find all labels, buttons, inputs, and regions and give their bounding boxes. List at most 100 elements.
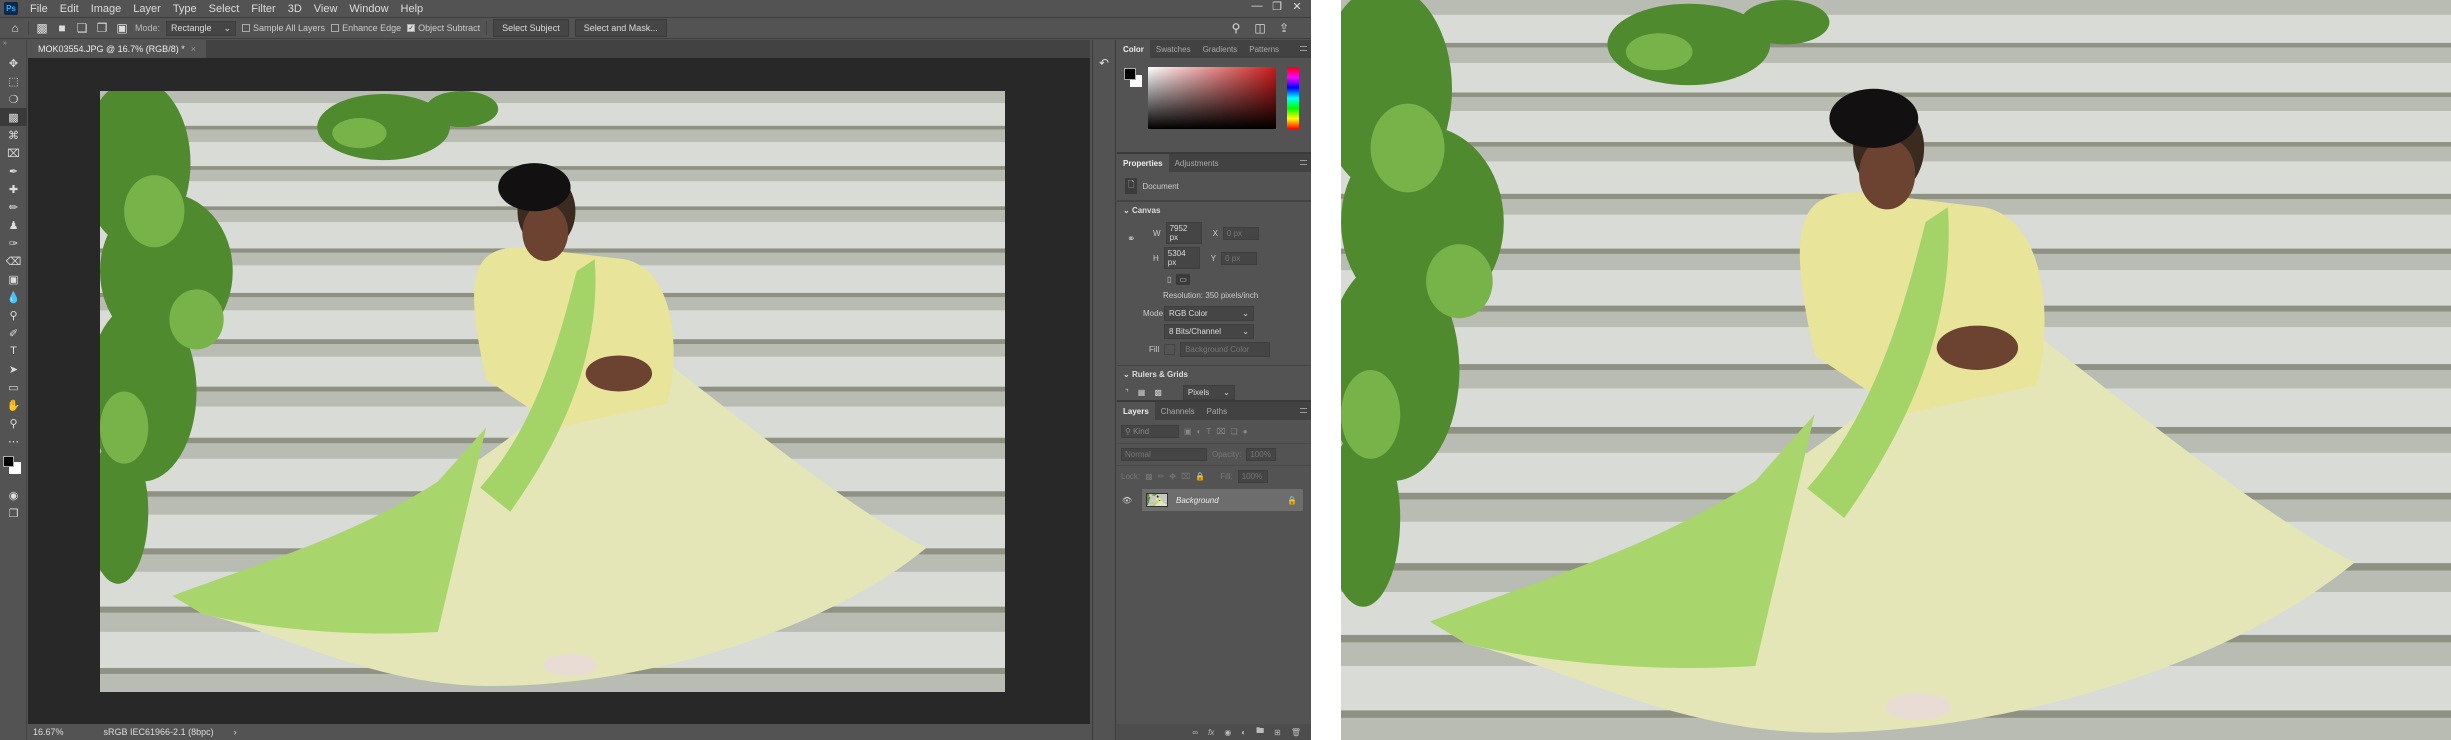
object-selection-tool-preset-icon[interactable]: ▩ [35, 21, 49, 35]
lock-pixels-icon[interactable]: ✏ [1158, 472, 1165, 481]
blend-mode-select[interactable]: Normal [1121, 448, 1207, 461]
crop-tool-icon[interactable]: ⌘ [0, 126, 27, 144]
tab-gradients[interactable]: Gradients [1197, 40, 1244, 58]
menu-window[interactable]: Window [343, 3, 394, 15]
tab-properties[interactable]: Properties [1117, 154, 1169, 172]
fill-swatch[interactable] [1164, 344, 1176, 355]
subtract-selection-icon[interactable]: ❐ [95, 21, 109, 35]
enhance-edge-checkbox[interactable]: Enhance Edge [331, 23, 401, 33]
filter-adjustment-icon[interactable]: ◐ [1197, 427, 1202, 436]
expand-icon[interactable]: » [0, 40, 26, 54]
home-icon[interactable]: ⌂ [8, 21, 22, 35]
dodge-tool-icon[interactable]: ⚲ [0, 306, 27, 324]
bit-depth-select[interactable]: 8 Bits/Channel ⌄ [1164, 324, 1254, 339]
menu-filter[interactable]: Filter [245, 3, 281, 15]
close-tab-icon[interactable]: × [191, 44, 196, 54]
delete-layer-icon[interactable]: 🗑 [1291, 728, 1301, 737]
hand-tool-icon[interactable]: ✋ [0, 396, 27, 414]
object-subtract-checkbox[interactable]: ✓ Object Subtract [407, 23, 480, 33]
menu-edit[interactable]: Edit [54, 3, 85, 15]
lock-artboard-icon[interactable]: ⌧ [1181, 472, 1190, 481]
new-selection-icon[interactable]: ■ [55, 21, 69, 35]
quick-mask-icon[interactable]: ◉ [0, 486, 27, 504]
visibility-eye-icon[interactable]: 👁 [1117, 496, 1137, 505]
brush-tool-icon[interactable]: ✏ [0, 198, 27, 216]
share-icon[interactable]: ⇪ [1277, 21, 1291, 35]
menu-view[interactable]: View [308, 3, 344, 15]
menu-select[interactable]: Select [203, 3, 246, 15]
height-field[interactable]: 5304 px [1163, 247, 1200, 269]
stamp-tool-icon[interactable]: ♟ [0, 216, 27, 234]
move-tool-icon[interactable]: ✥ [0, 54, 27, 72]
color-mode-select[interactable]: RGB Color ⌄ [1164, 306, 1254, 321]
intersect-selection-icon[interactable]: ▣ [115, 21, 129, 35]
menu-file[interactable]: File [24, 3, 54, 15]
fill-select[interactable]: Background Color [1180, 342, 1271, 357]
foreground-color-swatch[interactable] [3, 456, 14, 467]
lasso-tool-icon[interactable]: ❍ [0, 90, 27, 108]
guides-icon[interactable]: ▩ [1154, 388, 1162, 397]
history-brush-tool-icon[interactable]: ✑ [0, 234, 27, 252]
select-and-mask-button[interactable]: Select and Mask... [574, 19, 667, 37]
canvas-area[interactable] [28, 58, 1090, 724]
gradient-tool-icon[interactable]: ▣ [0, 270, 27, 288]
filter-shape-icon[interactable]: ⌧ [1216, 427, 1225, 436]
x-field[interactable]: 0 px [1222, 226, 1259, 240]
lock-position-icon[interactable]: ✥ [1169, 472, 1176, 481]
chevron-down-icon[interactable]: ⌄ [1123, 370, 1130, 379]
marquee-tool-icon[interactable]: ⬚ [0, 72, 27, 90]
tab-channels[interactable]: Channels [1155, 402, 1201, 420]
color-picker-field[interactable] [1148, 67, 1276, 129]
add-selection-icon[interactable]: ❏ [75, 21, 89, 35]
fill-field[interactable]: 100% [1237, 470, 1268, 483]
filter-type-icon[interactable]: T [1206, 427, 1211, 436]
zoom-tool-icon[interactable]: ⚲ [0, 414, 27, 432]
search-icon[interactable]: ⚲ [1229, 21, 1243, 35]
menu-help[interactable]: Help [395, 3, 430, 15]
grid-icon[interactable]: ▦ [1138, 388, 1146, 397]
panel-menu-icon[interactable] [1300, 46, 1307, 51]
eyedropper-tool-icon[interactable]: ✒ [0, 162, 27, 180]
chevron-down-icon[interactable]: ⌄ [1123, 206, 1130, 215]
more-tools-icon[interactable]: ⋯ [0, 432, 27, 450]
filter-pixel-icon[interactable]: ▣ [1184, 427, 1192, 436]
healing-tool-icon[interactable]: ✚ [0, 180, 27, 198]
ruler-icon[interactable]: ⌝ [1125, 388, 1129, 397]
pen-tool-icon[interactable]: ✐ [0, 324, 27, 342]
width-field[interactable]: 7952 px [1165, 222, 1202, 244]
tab-patterns[interactable]: Patterns [1243, 40, 1285, 58]
foreground-color-chip[interactable] [1124, 68, 1136, 80]
filter-smart-object-icon[interactable]: ❏ [1231, 427, 1238, 436]
rectangle-tool-icon[interactable]: ▭ [0, 378, 27, 396]
layer-filter-select[interactable]: ⚲ Kind [1121, 425, 1179, 438]
close-icon[interactable]: ✕ [1287, 0, 1307, 13]
tab-paths[interactable]: Paths [1201, 402, 1233, 420]
panel-menu-icon[interactable] [1300, 160, 1307, 165]
object-selection-tool-icon[interactable]: ▩ [0, 108, 27, 126]
history-icon[interactable]: ↶ [1093, 56, 1115, 70]
type-tool-icon[interactable]: T [0, 342, 27, 360]
tab-swatches[interactable]: Swatches [1150, 40, 1197, 58]
select-subject-button[interactable]: Select Subject [493, 19, 569, 37]
sample-all-layers-checkbox[interactable]: Sample All Layers [242, 23, 325, 33]
add-mask-icon[interactable]: ◉ [1224, 728, 1231, 737]
menu-layer[interactable]: Layer [127, 3, 167, 15]
path-selection-tool-icon[interactable]: ➤ [0, 360, 27, 378]
screen-mode-icon[interactable]: ❐ [0, 504, 27, 522]
ruler-units-select[interactable]: Pixels ⌄ [1182, 385, 1235, 400]
document-image[interactable] [100, 91, 1005, 692]
tab-layers[interactable]: Layers [1117, 402, 1155, 420]
layer-name[interactable]: Background [1176, 496, 1219, 505]
color-swatches[interactable] [0, 450, 26, 486]
link-icon[interactable]: ⚭ [1127, 234, 1135, 245]
y-field[interactable]: 0 px [1221, 251, 1258, 265]
menu-3d[interactable]: 3D [282, 3, 308, 15]
mode-select[interactable]: Rectangle ⌄ [166, 20, 237, 36]
minimize-icon[interactable]: — [1247, 0, 1267, 13]
layer-row[interactable]: 👁 Background 🔒 [1117, 489, 1311, 511]
blur-tool-icon[interactable]: 💧 [0, 288, 27, 306]
menu-image[interactable]: Image [85, 3, 128, 15]
panel-menu-icon[interactable] [1300, 408, 1307, 413]
hue-slider[interactable] [1287, 67, 1299, 129]
link-layers-icon[interactable]: ∞ [1192, 728, 1198, 737]
